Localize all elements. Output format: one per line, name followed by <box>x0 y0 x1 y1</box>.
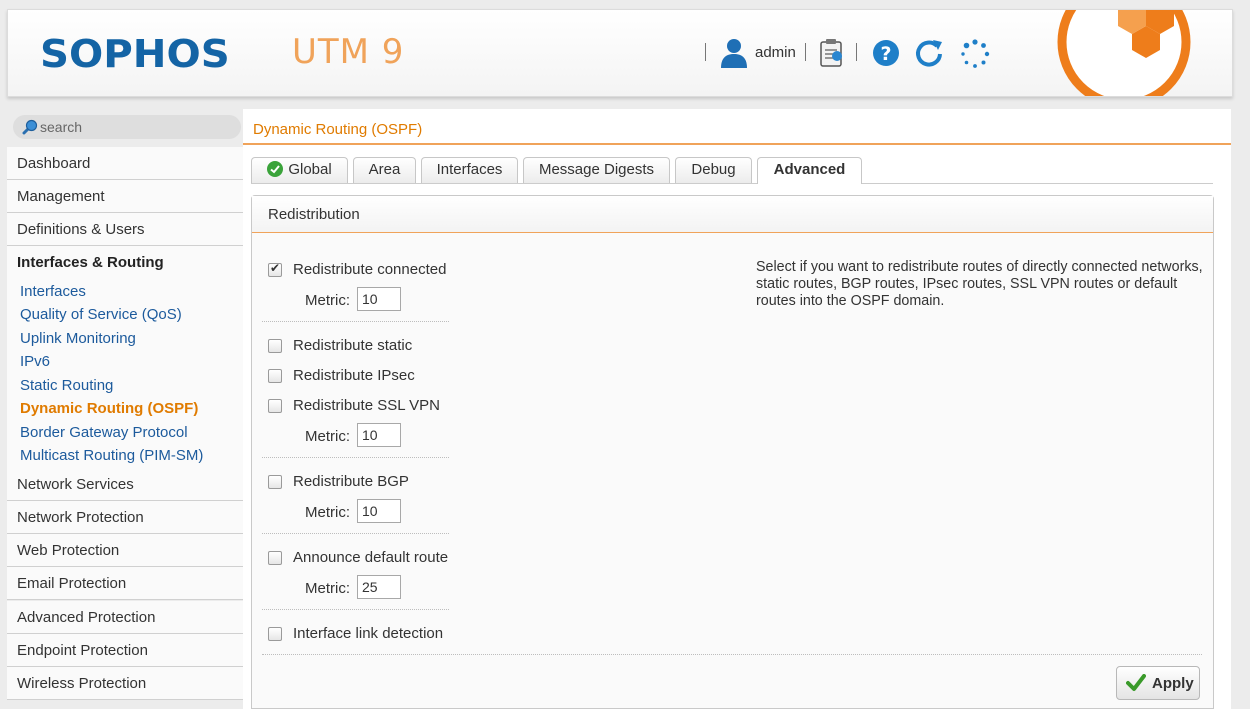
nav-section-endpoint-protection[interactable]: Endpoint Protection <box>7 634 243 667</box>
user-icon[interactable] <box>719 37 749 69</box>
metric-label: Metric: <box>305 504 350 521</box>
group-divider <box>262 321 449 322</box>
subnav-item-bgp[interactable]: Border Gateway Protocol <box>20 424 188 441</box>
redistribute-ssl-vpn-checkbox[interactable] <box>268 399 282 413</box>
redistribute-bgp-label[interactable]: Redistribute BGP <box>293 473 409 490</box>
bgp-metric-input[interactable] <box>357 499 401 523</box>
redistribute-static-checkbox[interactable] <box>268 339 282 353</box>
redistribute-ssl-vpn-label[interactable]: Redistribute SSL VPN <box>293 397 440 414</box>
tab-bar: Global Area Interfaces Message Digests D… <box>251 157 1213 184</box>
default-route-metric-input[interactable] <box>357 575 401 599</box>
sophos-logo[interactable]: SOPHOS <box>40 32 230 76</box>
tab-interfaces[interactable]: Interfaces <box>421 157 518 183</box>
nav-section-web-protection[interactable]: Web Protection <box>7 534 243 567</box>
product-name: UTM 9 <box>292 32 405 72</box>
group-divider <box>262 457 449 458</box>
nav-section-definitions-users[interactable]: Definitions & Users <box>7 213 243 246</box>
header-separator <box>805 43 806 61</box>
main-content: Dynamic Routing (OSPF) Global Area Inter… <box>243 109 1231 709</box>
help-icon[interactable]: ? <box>872 39 900 67</box>
title-divider <box>243 143 1231 145</box>
orange-emblem-icon <box>1057 10 1191 96</box>
page-title: Dynamic Routing (OSPF) <box>253 121 423 138</box>
announce-default-route-label[interactable]: Announce default route <box>293 549 448 566</box>
reload-icon[interactable] <box>913 37 945 69</box>
user-name[interactable]: admin <box>755 44 796 61</box>
metric-label: Metric: <box>305 428 350 445</box>
group-divider <box>262 609 449 610</box>
subnav-item-uplink-monitoring[interactable]: Uplink Monitoring <box>20 330 136 347</box>
nav-section-email-protection[interactable]: Email Protection <box>7 567 243 600</box>
panel-title: Redistribution <box>268 206 360 223</box>
nav-section-management[interactable]: Management <box>7 180 243 213</box>
nav-section-network-services[interactable]: Network Services <box>7 468 243 501</box>
group-divider <box>262 533 449 534</box>
header-separator <box>705 43 706 61</box>
tab-global[interactable]: Global <box>251 157 348 183</box>
subnav-item-ipv6[interactable]: IPv6 <box>20 353 50 370</box>
static-ipsec-ssl-metric-input[interactable] <box>357 423 401 447</box>
metric-label: Metric: <box>305 580 350 597</box>
nav-section-network-protection[interactable]: Network Protection <box>7 501 243 534</box>
search-icon <box>22 119 38 135</box>
header-separator <box>856 43 857 61</box>
nav-section-wireless-protection[interactable]: Wireless Protection <box>7 667 243 700</box>
nav-section-advanced-protection[interactable]: Advanced Protection <box>7 601 243 634</box>
tab-message-digests[interactable]: Message Digests <box>523 157 670 183</box>
activity-spinner-icon <box>961 39 990 68</box>
connected-metric-input[interactable] <box>357 287 401 311</box>
redistribute-static-label[interactable]: Redistribute static <box>293 337 412 354</box>
metric-label: Metric: <box>305 292 350 309</box>
redistribution-panel: Redistribution Redistribute connected Me… <box>251 195 1214 709</box>
footer-divider <box>262 654 1202 655</box>
redistribute-bgp-checkbox[interactable] <box>268 475 282 489</box>
interface-link-detection-checkbox[interactable] <box>268 627 282 641</box>
apply-button-label: Apply <box>1152 675 1194 692</box>
nav-section-interfaces-routing[interactable]: Interfaces & Routing <box>7 246 243 279</box>
checkmark-icon <box>1126 674 1146 691</box>
sidebar: Dashboard Management Definitions & Users… <box>7 109 243 709</box>
redistribute-ipsec-label[interactable]: Redistribute IPsec <box>293 367 415 384</box>
search-input[interactable] <box>40 117 230 137</box>
nav-section-dashboard[interactable]: Dashboard <box>7 147 243 180</box>
tab-global-label: Global <box>288 161 332 178</box>
redistribute-connected-label[interactable]: Redistribute connected <box>293 261 446 278</box>
tab-area[interactable]: Area <box>353 157 416 183</box>
apply-button[interactable]: Apply <box>1116 666 1200 700</box>
status-ok-icon <box>267 161 284 177</box>
redistribute-connected-checkbox[interactable] <box>268 261 282 277</box>
redistribute-ipsec-checkbox[interactable] <box>268 369 282 383</box>
search-box[interactable] <box>13 115 241 139</box>
subnav-interfaces-routing: Interfaces Quality of Service (QoS) Upli… <box>7 279 243 469</box>
report-icon[interactable] <box>817 38 847 68</box>
subnav-item-interfaces[interactable]: Interfaces <box>20 283 86 300</box>
panel-header: Redistribution <box>252 196 1213 233</box>
subnav-item-static-routing[interactable]: Static Routing <box>20 377 113 394</box>
tab-debug[interactable]: Debug <box>675 157 752 183</box>
subnav-item-qos[interactable]: Quality of Service (QoS) <box>20 306 182 323</box>
interface-link-detection-label[interactable]: Interface link detection <box>293 625 443 642</box>
subnav-item-dynamic-routing-ospf[interactable]: Dynamic Routing (OSPF) <box>20 400 198 417</box>
svg-text:?: ? <box>880 43 891 65</box>
announce-default-route-checkbox[interactable] <box>268 551 282 565</box>
app-header: SOPHOS UTM 9 admin ? <box>7 9 1233 97</box>
tab-advanced[interactable]: Advanced <box>757 157 862 184</box>
subnav-item-multicast-routing[interactable]: Multicast Routing (PIM-SM) <box>20 447 203 464</box>
help-text: Select if you want to redistribute route… <box>756 259 1203 309</box>
